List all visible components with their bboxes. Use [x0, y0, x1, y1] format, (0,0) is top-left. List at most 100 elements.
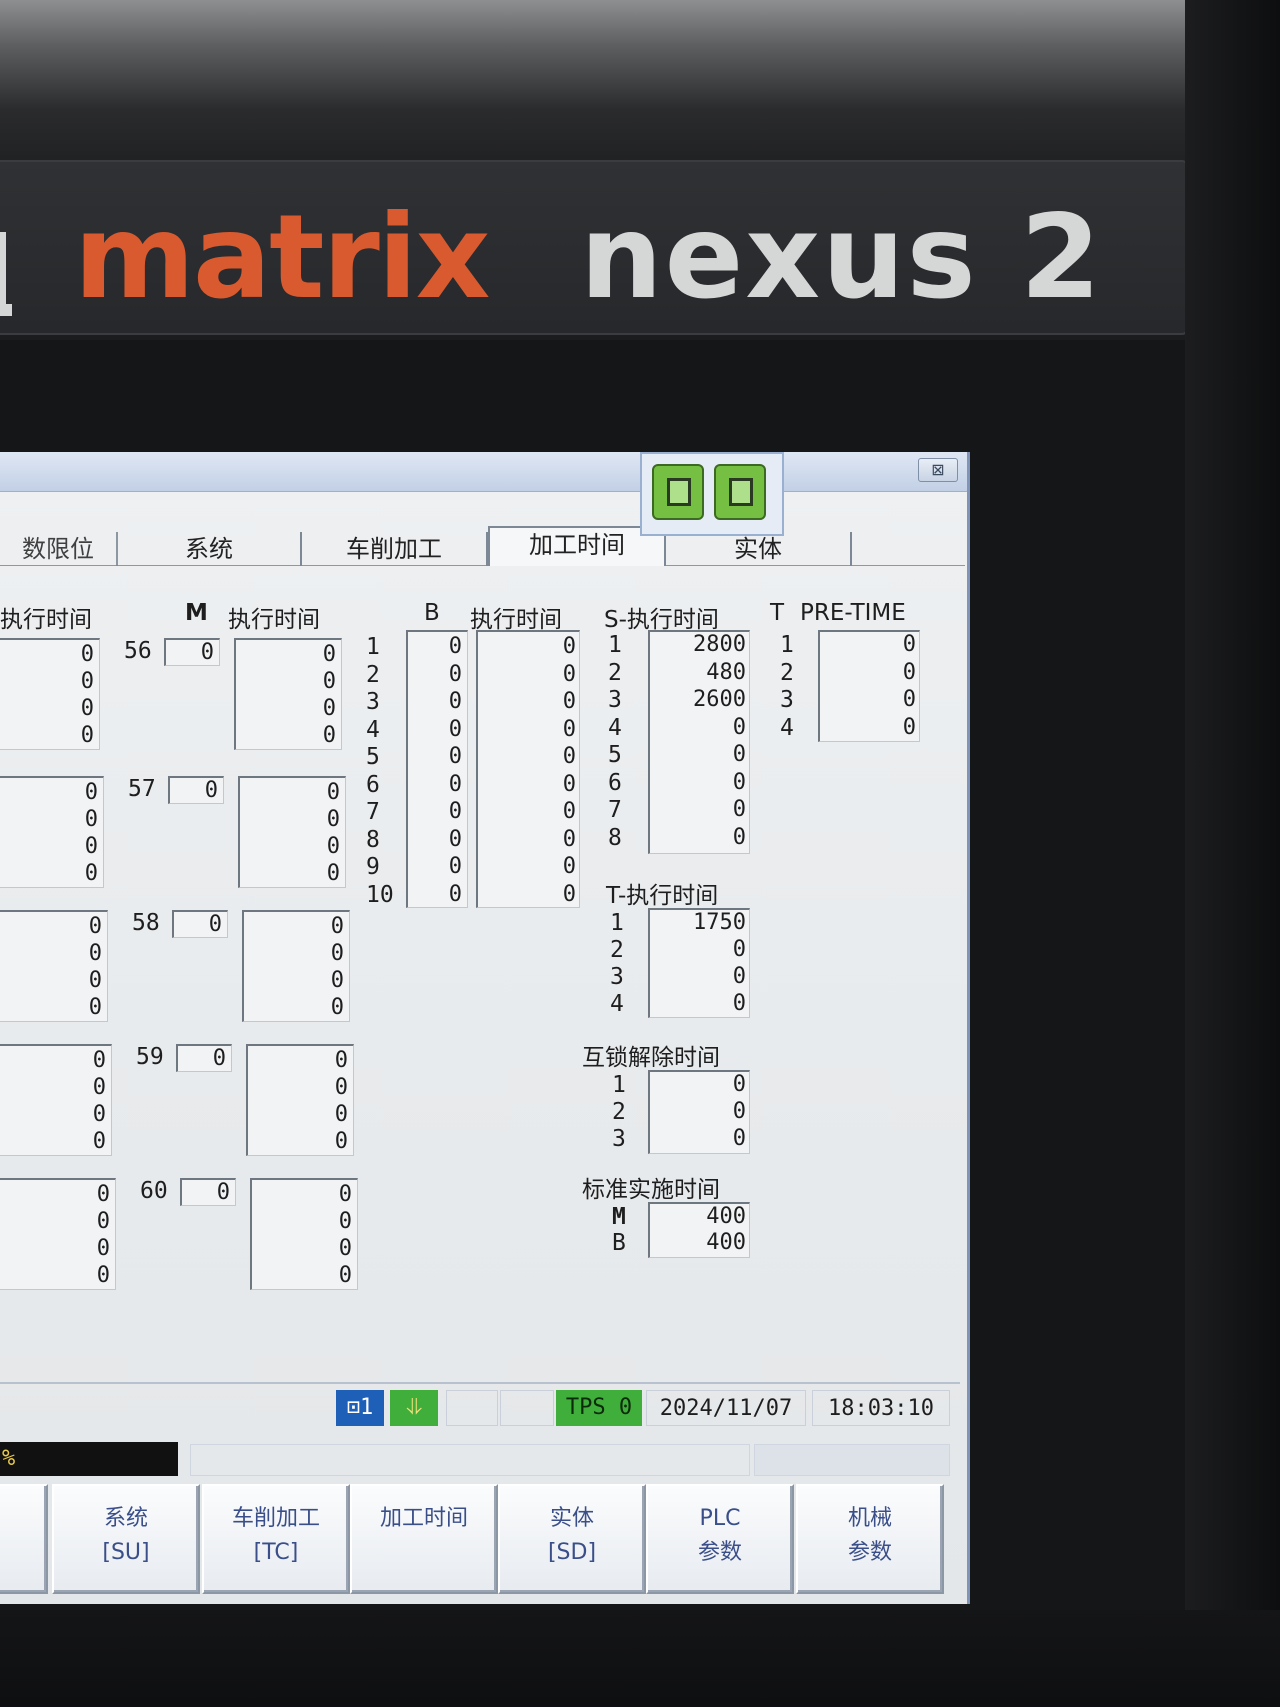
pane-right-icon[interactable] [714, 464, 766, 520]
brand-logo-nexus: nexus 2 [580, 190, 1103, 325]
function-key-3[interactable]: 车削加工 [TC] [202, 1484, 350, 1594]
function-key-7[interactable]: 机械 参数 [796, 1484, 944, 1594]
function-key-1[interactable]: 位 [0, 1484, 48, 1594]
message-line [190, 1444, 750, 1476]
b-row-number: 9 [366, 854, 380, 880]
m-exec-value: 0 [326, 807, 340, 832]
m-code-value[interactable]: 0 [184, 912, 222, 937]
exec-time-value: 0 [96, 1263, 110, 1288]
b-row-exec: 0 [562, 744, 576, 769]
function-key-label: 车削加工 [231, 1506, 320, 1531]
header-interlock-release: 互锁解除时间 [582, 1045, 720, 1071]
m-code-number: 60 [140, 1178, 168, 1204]
header-t-exec-time: T-执行时间 [606, 883, 719, 909]
b-row-exec: 0 [562, 881, 576, 907]
message-line-right [754, 1444, 950, 1476]
exec-time-value: 0 [84, 780, 98, 805]
m-code-number: 59 [136, 1044, 164, 1070]
bezel-top [0, 0, 1280, 175]
b-row-exec: 0 [562, 634, 576, 659]
progress-row: % [0, 1436, 960, 1480]
tab-turning[interactable]: 车削加工 [302, 532, 488, 566]
close-button[interactable]: ⊠ [918, 458, 958, 482]
mode-indicator: ⊡1 [336, 1390, 384, 1426]
exec-time-value: 0 [88, 914, 102, 939]
tps-indicator: TPS 0 [556, 1390, 642, 1426]
standard-row-value: 400 [706, 1230, 746, 1255]
exec-time-value: 0 [96, 1209, 110, 1234]
m-code-value[interactable]: 0 [188, 1046, 226, 1071]
m-exec-value: 0 [338, 1209, 352, 1234]
function-key-5[interactable]: 实体 [SD] [498, 1484, 646, 1594]
function-key-bar: 位系统[SU]车削加工[TC]加工时间实体[SD]PLC参数机械参数 [0, 1484, 950, 1598]
tab-system[interactable]: 系统 [118, 532, 302, 566]
b-row-number: 3 [366, 689, 380, 715]
t-row-value: 0 [732, 937, 746, 962]
m-exec-value: 0 [330, 914, 344, 939]
m-exec-value: 0 [322, 642, 336, 667]
exec-time-value: 0 [80, 669, 94, 694]
s-row-value: 2800 [693, 632, 746, 657]
pre-row-value: 0 [902, 632, 916, 657]
header-exec-time-3: 执行时间 [470, 607, 562, 633]
m-code-number: 58 [132, 910, 160, 936]
t-row-number: 2 [610, 937, 624, 963]
tab-strip: 数限位 系统 车削加工 加工时间 实体 [0, 526, 965, 566]
exec-time-value: 0 [96, 1236, 110, 1261]
s-row-number: 5 [608, 742, 622, 768]
m-exec-value: 0 [338, 1182, 352, 1207]
function-key-6[interactable]: PLC 参数 [646, 1484, 794, 1594]
function-key-4[interactable]: 加工时间 [350, 1484, 498, 1594]
m-code-value[interactable]: 0 [176, 640, 214, 665]
b-row-value: 0 [448, 661, 462, 687]
function-key-label: 位 [0, 1502, 46, 1536]
function-key-sublabel: 参数 [847, 1540, 892, 1565]
time-display: 18:03:10 [812, 1390, 950, 1426]
pre-row-number: 3 [780, 687, 794, 713]
m-exec-value: 0 [322, 723, 336, 748]
header-pre-time: PRE-TIME [800, 600, 906, 626]
m-exec-value: 0 [330, 941, 344, 966]
header-t: T [770, 600, 785, 626]
exec-time-value: 0 [88, 941, 102, 966]
standard-row-label: B [612, 1230, 626, 1256]
cnc-screen: ⊠ 数限位 系统 车削加工 加工时间 实体 执行时间 M 执行时间 B 执行时间… [0, 452, 970, 1604]
header-m: M [185, 600, 208, 626]
s-row-number: 2 [608, 659, 622, 686]
s-row-value: 2600 [693, 687, 746, 712]
b-row-number: 7 [366, 799, 380, 825]
interlock-row-value: 0 [732, 1099, 746, 1124]
t-row-value: 0 [732, 991, 746, 1016]
exec-time-value: 0 [84, 807, 98, 832]
exec-time-value: 0 [92, 1048, 106, 1073]
t-row-number: 3 [610, 964, 624, 990]
m-exec-value: 0 [326, 861, 340, 886]
pane-left-icon[interactable] [652, 464, 704, 520]
interlock-row-number: 1 [612, 1072, 626, 1098]
pre-row-value: 0 [902, 659, 916, 685]
m-exec-value: 0 [330, 995, 344, 1020]
b-row-exec: 0 [562, 716, 576, 742]
status-empty-1 [446, 1390, 498, 1426]
header-standard-time: 标准实施时间 [582, 1177, 720, 1203]
function-key-label: PLC [699, 1506, 741, 1531]
t-row-number: 4 [610, 991, 624, 1017]
standard-row-label: M [612, 1204, 626, 1230]
date-display: 2024/11/07 [646, 1390, 806, 1426]
m-exec-value: 0 [322, 669, 336, 694]
b-row-exec: 0 [562, 689, 576, 714]
m-exec-value: 0 [326, 834, 340, 859]
header-b: B [424, 600, 440, 626]
load-meter: % [0, 1442, 178, 1476]
s-row-value: 0 [732, 797, 746, 822]
function-key-sublabel: 参数 [697, 1540, 742, 1565]
m-exec-value: 0 [330, 968, 344, 993]
m-code-value[interactable]: 0 [180, 778, 218, 803]
function-key-2[interactable]: 系统 [SU] [52, 1484, 200, 1594]
tab-soft-limit[interactable]: 数限位 [0, 532, 118, 566]
tab-solid[interactable]: 实体 [666, 532, 852, 566]
m-code-value[interactable]: 0 [192, 1180, 230, 1205]
interlock-row-value: 0 [732, 1126, 746, 1151]
b-row-value: 0 [448, 799, 462, 824]
m-code-number: 56 [124, 638, 152, 664]
